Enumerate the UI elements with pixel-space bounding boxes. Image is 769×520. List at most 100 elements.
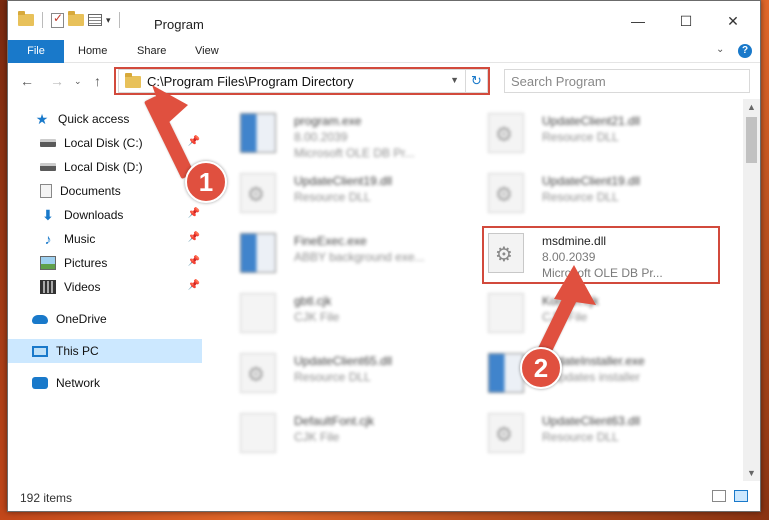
folder-icon: [18, 11, 34, 26]
sidebar-item-label: Downloads: [64, 208, 124, 222]
file-item[interactable]: UpdateInstaller.exe F updates installer: [476, 345, 716, 401]
disk-icon: [40, 139, 56, 147]
dll-file-icon: [240, 353, 276, 393]
file-name: UpdateClient21.dll: [542, 114, 641, 128]
tab-file[interactable]: File: [8, 40, 64, 63]
documents-icon: [40, 184, 52, 198]
scroll-thumb[interactable]: [746, 117, 757, 163]
vertical-scrollbar[interactable]: ▲ ▼: [743, 99, 760, 481]
sidebar-item-pictures[interactable]: Pictures 📌: [8, 251, 202, 275]
close-button[interactable]: ✕: [723, 13, 743, 30]
divider: [118, 12, 120, 28]
tab-share[interactable]: Share: [137, 40, 166, 63]
file-item[interactable]: DefaultFont.cjk CJK File: [228, 405, 468, 461]
dll-file-icon: [240, 173, 276, 213]
disk-icon: [40, 163, 56, 171]
sidebar-item-label: Videos: [64, 280, 101, 294]
forward-button[interactable]: →: [50, 73, 64, 89]
large-icons-view-icon[interactable]: [734, 490, 748, 502]
sidebar-item-label: Local Disk (C:): [64, 136, 143, 150]
minimize-button[interactable]: —: [628, 13, 648, 29]
sidebar-item-label: OneDrive: [56, 312, 107, 326]
downloads-icon: ⬇: [42, 207, 54, 223]
exe-file-icon: [240, 233, 276, 273]
sidebar-item-documents[interactable]: Documents: [8, 179, 202, 203]
file-item[interactable]: FineExec.exe ABBY background exe...: [228, 225, 468, 281]
file-description: Microsoft OLE DB Pr...: [294, 146, 415, 160]
step-1-badge: 1: [185, 161, 227, 203]
item-count: 192 items: [20, 491, 73, 505]
maximize-button[interactable]: ☐: [676, 13, 696, 30]
sidebar-item-videos[interactable]: Videos 📌: [8, 275, 202, 299]
sidebar-item-label: Network: [56, 376, 101, 390]
file-type: Resource DLL: [542, 130, 619, 144]
file-highlight-box: [482, 226, 720, 284]
file-name: UpdateClient19.dll: [294, 174, 393, 188]
cjk-file-icon: [240, 413, 276, 453]
file-item[interactable]: UpdateClient63.dll Resource DLL: [476, 405, 716, 461]
file-item[interactable]: UpdateClient21.dll Resource DLL: [476, 105, 716, 161]
file-type: CJK File: [294, 310, 340, 324]
file-name: UpdateClient63.dll: [542, 414, 641, 428]
sidebar-item-label: Music: [64, 232, 96, 246]
search-placeholder: Search Program: [511, 74, 606, 89]
file-type: Resource DLL: [542, 190, 619, 204]
cjk-file-icon: [488, 293, 524, 333]
exe-file-icon: [240, 113, 276, 153]
properties-check-icon[interactable]: [51, 11, 64, 28]
file-type: Resource DLL: [542, 430, 619, 444]
annotation-arrowhead-1: [152, 85, 188, 125]
divider: [42, 12, 43, 28]
navigation-bar: ← → ⌄ ↑ C:\Program Files\Program Directo…: [8, 63, 760, 99]
sidebar-item-network[interactable]: Network: [8, 371, 202, 395]
tab-home[interactable]: Home: [78, 40, 107, 63]
sidebar-item-onedrive[interactable]: OneDrive: [8, 307, 202, 331]
explorer-window: ▾ Program — ☐ ✕ File Home Share View ⌄ ?…: [7, 0, 761, 512]
pin-icon: 📌: [187, 280, 200, 291]
expand-ribbon-chevron-icon[interactable]: ⌄: [716, 44, 724, 55]
file-name: FineExec.exe: [294, 234, 367, 248]
pin-icon: 📌: [187, 232, 200, 243]
pin-icon: 📌: [187, 256, 200, 267]
tab-view[interactable]: View: [195, 40, 219, 63]
file-item[interactable]: UpdateClient65.dll Resource DLL: [228, 345, 468, 401]
sidebar-item-label: Pictures: [64, 256, 108, 270]
quick-access-toolbar: ▾: [18, 11, 124, 28]
up-button[interactable]: ↑: [94, 73, 101, 89]
music-icon: ♪: [44, 231, 52, 247]
file-version: 8.00.2039: [294, 130, 348, 144]
pin-icon: 📌: [187, 136, 200, 147]
file-item[interactable]: program.exe 8.00.2039 Microsoft OLE DB P…: [228, 105, 468, 161]
ribbon: File Home Share View ⌄ ?: [8, 37, 760, 63]
status-bar: 192 items: [8, 483, 760, 511]
file-list: program.exe 8.00.2039 Microsoft OLE DB P…: [218, 99, 738, 481]
file-type: CJK File: [294, 430, 340, 444]
pin-icon: 📌: [187, 208, 200, 219]
search-input[interactable]: Search Program: [504, 69, 750, 93]
new-folder-icon[interactable]: [68, 11, 84, 26]
file-item[interactable]: UpdateClient19.dll Resource DLL: [476, 165, 716, 221]
file-item[interactable]: gbtl.cjk CJK File: [228, 285, 468, 341]
sidebar-item-music[interactable]: ♪ Music 📌: [8, 227, 202, 251]
sidebar-item-label: This PC: [56, 344, 99, 358]
back-button[interactable]: ←: [20, 73, 34, 89]
network-icon: [32, 377, 48, 389]
file-item[interactable]: UpdateClient19.dll Resource DLL: [228, 165, 468, 221]
scroll-down-icon[interactable]: ▼: [743, 465, 760, 481]
details-view-icon[interactable]: [712, 490, 726, 502]
sidebar-item-downloads[interactable]: ⬇ Downloads 📌: [8, 203, 202, 227]
properties-icon[interactable]: [88, 14, 102, 26]
file-type: Resource DLL: [294, 370, 371, 384]
file-name: gbtl.cjk: [294, 294, 332, 308]
cjk-file-icon: [240, 293, 276, 333]
file-name: DefaultFont.cjk: [294, 414, 375, 428]
dll-file-icon: [488, 173, 524, 213]
onedrive-icon: [32, 314, 48, 324]
sidebar-item-this-pc[interactable]: This PC: [8, 339, 202, 363]
scroll-up-icon[interactable]: ▲: [743, 99, 760, 115]
help-icon[interactable]: ?: [738, 44, 752, 58]
exe-file-icon: [488, 353, 524, 393]
customize-toolbar-chevron-icon[interactable]: ▾: [106, 15, 111, 26]
recent-locations-chevron-icon[interactable]: ⌄: [74, 76, 82, 87]
sidebar-item-label: Local Disk (D:): [64, 160, 143, 174]
